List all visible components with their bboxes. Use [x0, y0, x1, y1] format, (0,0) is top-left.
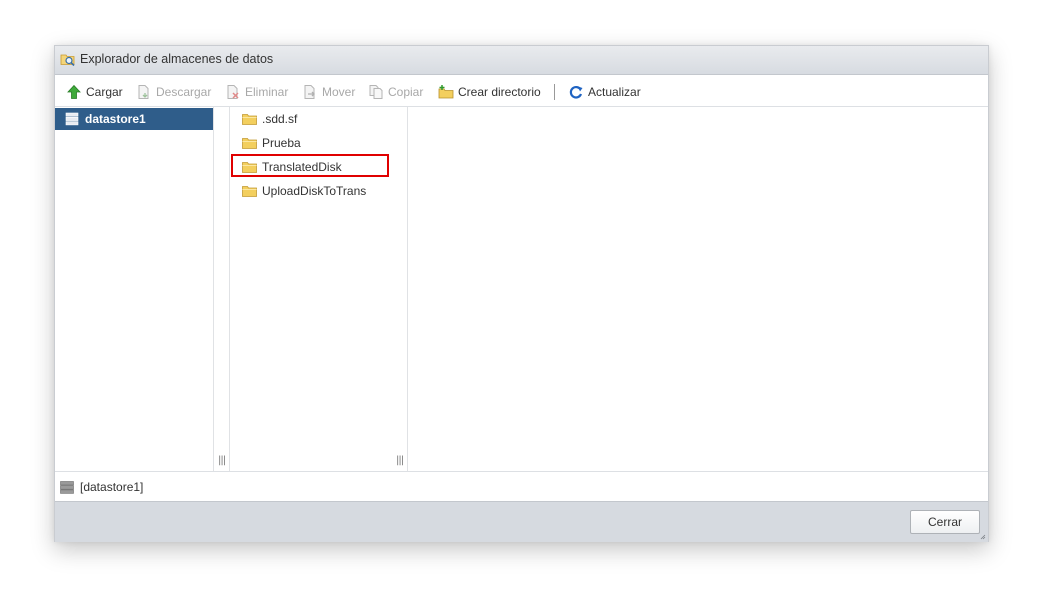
- create-directory-button[interactable]: Crear directorio: [438, 83, 541, 101]
- toolbar: Cargar Descargar Eliminar Mover Copiar C…: [55, 75, 988, 107]
- download-button[interactable]: Descargar: [136, 83, 211, 101]
- upload-arrow-icon: [67, 84, 81, 99]
- pane-resize-handle-left[interactable]: |||: [214, 107, 230, 471]
- move-label: Mover: [322, 85, 356, 99]
- folder-label: UploadDiskToTrans: [262, 184, 367, 198]
- folder-list-pane: .sdd.sf Prueba TranslatedDisk UploadDisk…: [230, 107, 391, 471]
- folder-label: TranslatedDisk: [262, 160, 342, 174]
- upload-button[interactable]: Cargar: [66, 83, 123, 101]
- datastore-item-label: datastore1: [85, 112, 146, 126]
- copy-label: Copiar: [388, 85, 424, 99]
- close-button[interactable]: Cerrar: [910, 510, 980, 534]
- refresh-button[interactable]: Actualizar: [568, 83, 641, 101]
- dialog-footer: Cerrar: [55, 501, 988, 542]
- delete-button[interactable]: Eliminar: [225, 83, 288, 101]
- grip-icon: |||: [396, 455, 404, 466]
- current-path: [datastore1]: [80, 480, 144, 494]
- delete-file-icon: [227, 85, 239, 99]
- copy-button[interactable]: Copiar: [368, 83, 423, 101]
- datastore-browser-icon: [60, 54, 75, 67]
- folder-icon: [242, 114, 257, 125]
- download-file-icon: [138, 85, 149, 99]
- folder-icon: [242, 186, 257, 197]
- datastore-item-datastore1[interactable]: datastore1: [55, 108, 213, 130]
- file-contents-pane: [408, 107, 988, 471]
- folder-item[interactable]: .sdd.sf: [242, 109, 297, 129]
- download-label: Descargar: [156, 85, 212, 99]
- create-directory-label: Crear directorio: [458, 85, 541, 99]
- title-bar[interactable]: Explorador de almacenes de datos: [55, 46, 988, 75]
- folder-label: .sdd.sf: [262, 112, 298, 126]
- copy-file-icon: [369, 85, 383, 99]
- refresh-icon: [569, 85, 583, 99]
- datastore-browser-dialog: Explorador de almacenes de datos Cargar …: [54, 45, 989, 542]
- resize-grip-icon[interactable]: [980, 534, 986, 540]
- refresh-label: Actualizar: [588, 85, 641, 99]
- grip-icon: |||: [218, 455, 226, 466]
- toolbar-separator: [554, 84, 555, 100]
- folder-item[interactable]: Prueba: [242, 133, 301, 153]
- datastore-list-pane: datastore1: [55, 107, 214, 471]
- datastore-icon: [60, 481, 74, 494]
- folder-item[interactable]: UploadDiskToTrans: [242, 181, 366, 201]
- pane-resize-handle-right[interactable]: |||: [392, 107, 408, 471]
- folder-icon: [242, 162, 257, 173]
- datastore-icon: [65, 112, 79, 126]
- folder-item-highlighted[interactable]: TranslatedDisk: [242, 157, 342, 177]
- folder-icon: [242, 138, 257, 149]
- upload-label: Cargar: [86, 85, 123, 99]
- delete-label: Eliminar: [245, 85, 289, 99]
- new-folder-icon: [438, 85, 454, 99]
- dialog-title: Explorador de almacenes de datos: [80, 52, 274, 66]
- folder-label: Prueba: [262, 136, 301, 150]
- move-button[interactable]: Mover: [302, 83, 355, 101]
- status-bar: [datastore1]: [55, 471, 988, 501]
- move-file-icon: [304, 85, 315, 99]
